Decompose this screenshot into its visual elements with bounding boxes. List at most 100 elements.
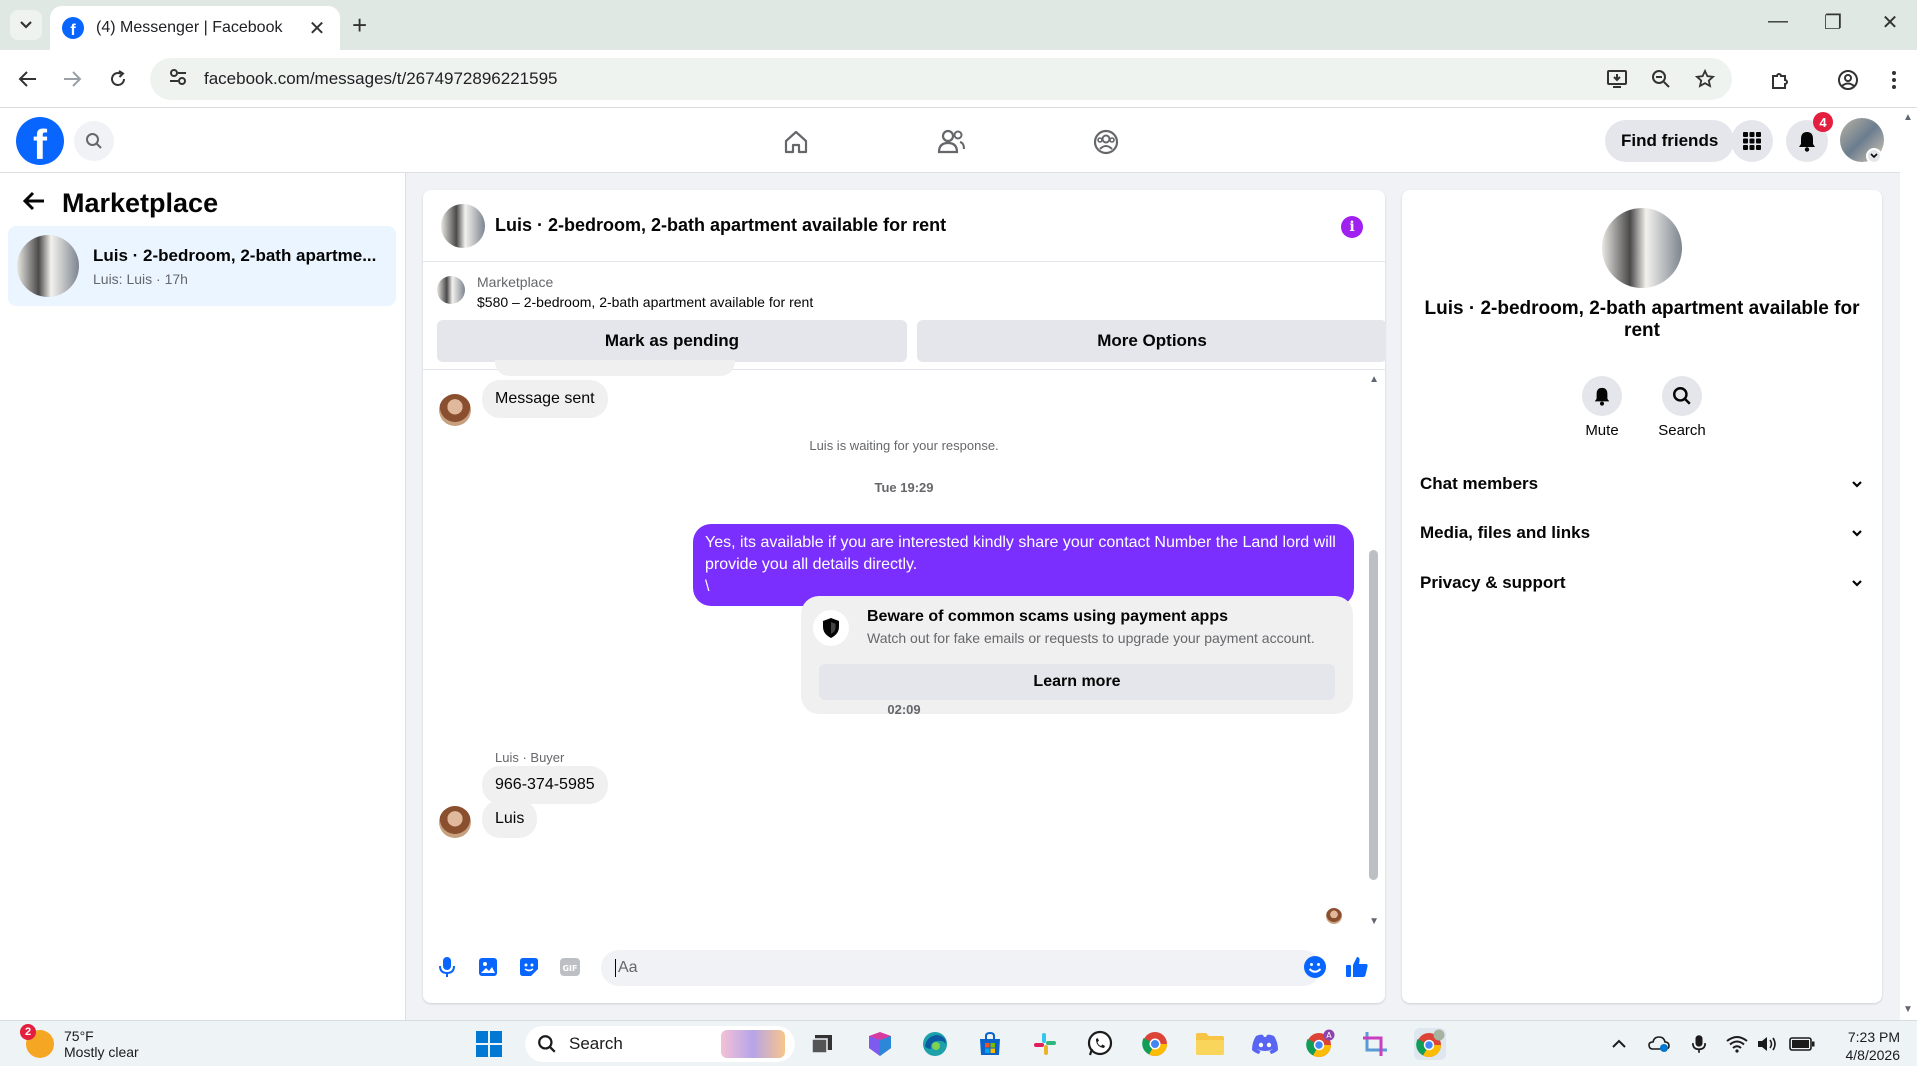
learn-more-button[interactable]: Learn more (819, 664, 1335, 700)
photo-icon[interactable] (474, 953, 502, 981)
chat-thumbnail[interactable] (441, 203, 485, 248)
install-app-icon[interactable] (1604, 66, 1630, 92)
message-bubble: 966-374-5985 (482, 766, 608, 804)
bookmark-star-icon[interactable] (1692, 66, 1718, 92)
zoom-icon[interactable] (1648, 66, 1674, 92)
microphone-icon[interactable] (433, 953, 461, 981)
page-scroll-down-icon[interactable]: ▼ (1903, 1004, 1913, 1015)
chat-members-label: Chat members (1420, 474, 1539, 493)
omnibox[interactable]: facebook.com/messages/t/2674972896221595 (150, 58, 1732, 100)
minimize-button[interactable]: — (1758, 10, 1798, 33)
seen-avatar (1326, 908, 1342, 924)
microsoft-365-icon[interactable] (864, 1028, 896, 1060)
home-nav-button[interactable] (776, 122, 816, 162)
show-hidden-icons-icon[interactable] (1608, 1033, 1630, 1055)
browser-menu-icon[interactable] (1880, 66, 1908, 94)
chrome-active-icon[interactable] (1414, 1028, 1446, 1060)
emoji-icon[interactable] (1301, 953, 1329, 981)
chat-title[interactable]: Luis · 2-bedroom, 2-bath apartment avail… (495, 215, 946, 236)
start-button[interactable] (473, 1028, 505, 1060)
gif-icon[interactable]: GIF (556, 953, 584, 981)
new-tab-button[interactable]: + (352, 12, 367, 38)
search-icon (1662, 376, 1702, 416)
microphone-tray-icon[interactable] (1688, 1033, 1710, 1055)
scroll-down-icon[interactable]: ▼ (1369, 916, 1379, 927)
listing-thumbnail-small (437, 276, 465, 304)
temperature: 75°F (64, 1028, 94, 1044)
page-scroll-up-icon[interactable]: ▲ (1903, 112, 1913, 123)
sticker-icon[interactable] (515, 953, 543, 981)
listing-price-title[interactable]: $580 – 2-bedroom, 2-bath apartment avail… (477, 294, 813, 310)
message-bubble: Luis (482, 800, 538, 838)
weather-widget[interactable]: 2 75°F Mostly clear (20, 1024, 139, 1060)
privacy-support-row[interactable]: Privacy & support (1420, 563, 1864, 603)
facebook-search-button[interactable] (74, 121, 114, 161)
microsoft-store-icon[interactable] (974, 1028, 1006, 1060)
bell-icon (1799, 132, 1815, 152)
page-scrollbar[interactable]: ▲ ▼ (1900, 108, 1917, 1020)
grid-icon (1743, 132, 1761, 150)
weather-icon: 2 (20, 1024, 54, 1058)
friends-nav-button[interactable] (931, 122, 971, 162)
forward-button[interactable] (56, 63, 88, 95)
wifi-icon[interactable] (1726, 1033, 1748, 1055)
tab-search-dropdown[interactable] (10, 10, 42, 40)
discord-icon[interactable] (1249, 1028, 1281, 1060)
search-action[interactable]: Search (1642, 376, 1722, 439)
restore-button[interactable]: ❐ (1813, 10, 1853, 35)
site-settings-icon[interactable] (158, 68, 198, 91)
chat-members-row[interactable]: Chat members (1420, 464, 1864, 504)
more-options-button[interactable]: More Options (917, 320, 1385, 362)
info-panel-title: Luis · 2-bedroom, 2-bath apartment avail… (1424, 298, 1860, 341)
system-clock[interactable]: 7:23 PM 4/8/2026 (1830, 1028, 1901, 1064)
mute-action[interactable]: Mute (1562, 376, 1642, 439)
marketplace-sidebar: Marketplace Luis · 2-bedroom, 2-bath apa… (0, 173, 406, 1020)
media-files-links-row[interactable]: Media, files and links (1420, 513, 1864, 553)
onedrive-status-icon[interactable] (1648, 1033, 1670, 1055)
message-scrollbar[interactable]: ▲ ▼ (1367, 370, 1383, 933)
account-chevron-icon[interactable] (1866, 148, 1882, 164)
back-button[interactable] (12, 63, 44, 95)
chevron-down-icon (20, 21, 32, 29)
svg-text:GIF: GIF (562, 964, 577, 973)
chrome-profile-a-icon[interactable]: A (1304, 1028, 1336, 1060)
reload-icon (111, 70, 125, 86)
thumbs-up-icon[interactable] (1343, 953, 1371, 981)
slack-icon[interactable] (1029, 1028, 1061, 1060)
chrome-icon[interactable] (1139, 1028, 1171, 1060)
groups-nav-button[interactable] (1086, 122, 1126, 162)
message-input[interactable]: Aa (601, 950, 1321, 986)
chevron-down-icon (1852, 481, 1862, 488)
chevron-down-icon (1852, 580, 1862, 587)
close-tab-icon[interactable]: ✕ (306, 16, 328, 41)
edge-icon[interactable] (919, 1028, 951, 1060)
extensions-icon[interactable] (1766, 66, 1794, 94)
reload-button[interactable] (102, 63, 134, 95)
conversation-preview: Luis: Luis · 17h (93, 270, 188, 287)
outgoing-message-text: Yes, its available if you are interested… (705, 534, 1336, 595)
conversation-info-icon[interactable]: i (1341, 216, 1363, 238)
menu-grid-button[interactable] (1731, 120, 1773, 162)
facebook-logo[interactable]: f (16, 117, 64, 165)
file-explorer-icon[interactable] (1194, 1028, 1226, 1060)
whatsapp-icon[interactable] (1084, 1028, 1116, 1060)
tab-title: (4) Messenger | Facebook (96, 19, 283, 36)
media-files-links-label: Media, files and links (1420, 523, 1591, 542)
taskbar-search[interactable]: Search (525, 1026, 795, 1062)
close-window-button[interactable]: ✕ (1870, 10, 1910, 35)
profile-icon[interactable] (1834, 66, 1862, 94)
scrollbar-thumb[interactable] (1369, 550, 1378, 880)
find-friends-button[interactable]: Find friends (1605, 120, 1735, 162)
task-view-icon[interactable] (806, 1028, 838, 1060)
volume-icon[interactable] (1756, 1033, 1778, 1055)
chevron-down-icon (1852, 530, 1862, 537)
back-arrow-icon[interactable] (22, 187, 46, 219)
conversation-item[interactable]: Luis · 2-bedroom, 2-bath apartme... Luis… (8, 226, 396, 306)
windows-taskbar: 2 75°F Mostly clear Search A 7:23 PM 4/8… (0, 1020, 1917, 1066)
previous-message-bubble (495, 360, 735, 376)
browser-tab[interactable]: f (4) Messenger | Facebook ✕ (50, 6, 340, 50)
snipping-tool-icon[interactable] (1359, 1028, 1391, 1060)
mark-as-pending-button[interactable]: Mark as pending (437, 320, 907, 362)
battery-icon[interactable] (1788, 1033, 1816, 1055)
scroll-up-icon[interactable]: ▲ (1369, 374, 1379, 385)
